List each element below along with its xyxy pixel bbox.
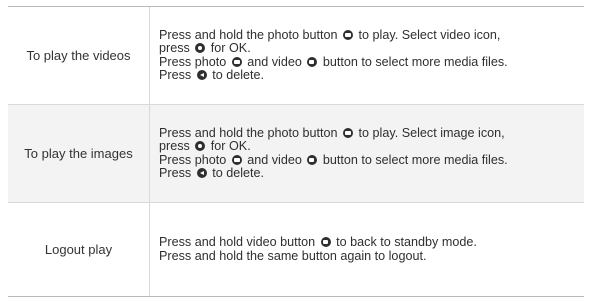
text-segment: Press and hold the photo button (159, 27, 338, 42)
row-label: To play the images (8, 105, 150, 202)
ok-button-icon (195, 141, 206, 151)
instructions-table: To play the videos Press and hold the ph… (8, 6, 584, 297)
video-button-icon (307, 56, 318, 67)
row-description: Press and hold the photo button to play.… (150, 105, 584, 202)
text-segment: Press photo (159, 54, 227, 69)
text-segment: for OK. (210, 41, 251, 55)
text-segment: press (159, 41, 190, 55)
photo-button-icon (343, 127, 354, 138)
photo-button-icon (231, 154, 242, 165)
text-segment: to delete. (212, 68, 265, 82)
row-description: Press and hold the photo button to play.… (150, 7, 584, 104)
row-description: Press and hold video button to back to s… (150, 203, 584, 296)
row-label: To play the videos (8, 7, 150, 104)
photo-button-icon (231, 56, 242, 67)
text-segment: press (159, 139, 190, 153)
video-button-icon (320, 237, 331, 247)
text-segment: to play. Select image icon, (358, 125, 505, 140)
row-label: Logout play (8, 203, 150, 296)
delete-button-icon (196, 70, 207, 80)
text-segment: Press (159, 166, 192, 180)
text-segment: to delete. (212, 166, 265, 180)
text-segment: Press photo (159, 152, 227, 167)
table-row: Logout play Press and hold video button … (8, 203, 584, 296)
text-segment: button to select more media files. (322, 152, 508, 167)
text-segment: to back to standby mode. (336, 235, 477, 249)
text-segment: Press and hold the photo button (159, 125, 338, 140)
delete-button-icon (196, 168, 207, 178)
text-segment: and video (247, 54, 302, 69)
text-line: Press and hold the same button again to … (159, 248, 427, 263)
text-segment: for OK. (210, 139, 251, 153)
text-segment: Press (159, 68, 192, 82)
table-row: To play the images Press and hold the ph… (8, 105, 584, 203)
photo-button-icon (343, 29, 354, 40)
video-button-icon (307, 154, 318, 165)
text-segment: and video (247, 152, 302, 167)
table-row: To play the videos Press and hold the ph… (8, 7, 584, 105)
ok-button-icon (195, 43, 206, 53)
text-segment: to play. Select video icon, (358, 27, 501, 42)
text-segment: button to select more media files. (322, 54, 508, 69)
text-segment: Press and hold video button (159, 235, 316, 249)
